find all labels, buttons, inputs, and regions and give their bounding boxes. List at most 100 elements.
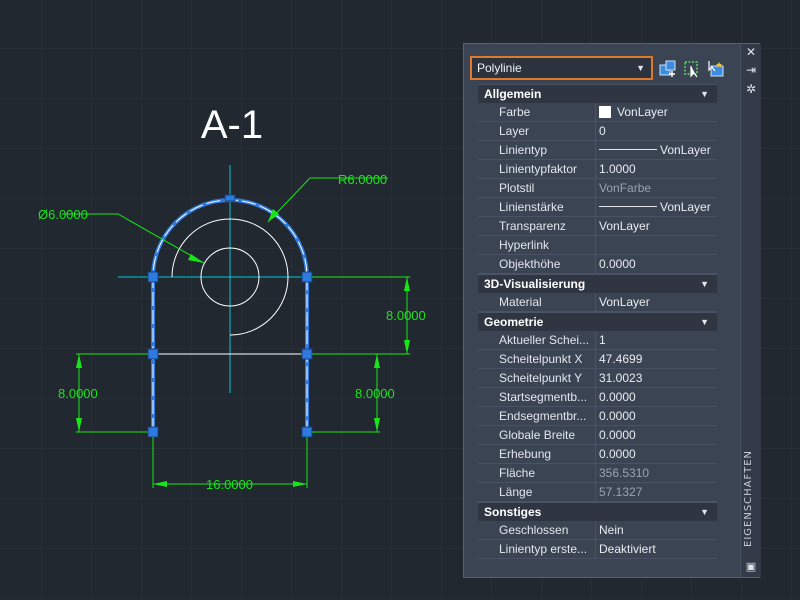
property-value-text: 57.1327 (599, 485, 643, 499)
property-value-text: Deaktiviert (599, 542, 656, 556)
property-value[interactable]: VonLayer (595, 198, 717, 216)
property-row[interactable]: Layer 0 (478, 122, 717, 141)
property-value: 356.5310 (595, 464, 717, 482)
property-row[interactable]: Endsegmentbr... 0.0000 (478, 407, 717, 426)
property-value-text: 0 (599, 124, 606, 138)
property-name: Globale Breite (499, 428, 576, 442)
property-value-text: 0.0000 (599, 257, 636, 271)
property-row[interactable]: Fläche 356.5310 (478, 464, 717, 483)
property-value[interactable]: 0.0000 (595, 445, 717, 463)
property-row[interactable]: Objekthöhe 0.0000 (478, 255, 717, 274)
settings-icon[interactable]: ✲ (744, 82, 758, 96)
section-header[interactable]: 3D-Visualisierung ▼ (478, 274, 717, 293)
property-row[interactable]: Transparenz VonLayer (478, 217, 717, 236)
property-value-text: VonLayer (660, 143, 711, 157)
property-value[interactable]: 1 (595, 331, 717, 349)
property-value-text: VonLayer (660, 200, 711, 214)
dim-left-label: 8.0000 (58, 386, 98, 401)
property-value[interactable]: Deaktiviert (595, 540, 717, 558)
property-row[interactable]: Plotstil VonFarbe (478, 179, 717, 198)
property-name: Objekthöhe (499, 257, 561, 271)
property-value[interactable]: VonLayer (595, 293, 717, 311)
property-name: Layer (499, 124, 530, 138)
property-value-text: Nein (599, 523, 624, 537)
property-name: Scheitelpunkt X (499, 352, 583, 366)
property-value[interactable]: VonLayer (595, 217, 717, 235)
property-row[interactable]: Erhebung 0.0000 (478, 445, 717, 464)
property-value-text: VonLayer (617, 105, 668, 119)
property-value[interactable]: 0.0000 (595, 426, 717, 444)
property-row[interactable]: Länge 57.1327 (478, 483, 717, 502)
property-value-text: VonLayer (599, 219, 650, 233)
collapse-icon[interactable]: ▼ (700, 503, 709, 522)
property-row[interactable]: Globale Breite 0.0000 (478, 426, 717, 445)
property-value-text: 1 (599, 333, 606, 347)
palette-side-strip: ✕ ⇥ ✲ EIGENSCHAFTEN ▣ (740, 44, 761, 577)
linetype-preview (599, 149, 657, 150)
toggle-pickadd-icon[interactable] (659, 60, 677, 78)
section-header[interactable]: Sonstiges ▼ (478, 502, 717, 521)
collapse-icon[interactable]: ▼ (700, 275, 709, 294)
dim-radius-label: R6.0000 (338, 172, 387, 187)
section-title: Allgemein (484, 87, 542, 101)
property-row[interactable]: Material VonLayer (478, 293, 717, 312)
collapse-icon[interactable]: ▼ (700, 85, 709, 104)
section-header[interactable]: Allgemein ▼ (478, 84, 717, 103)
property-row[interactable]: Hyperlink (478, 236, 717, 255)
property-value[interactable]: 47.4699 (595, 350, 717, 368)
property-value[interactable]: VonLayer (595, 103, 717, 121)
property-name: Farbe (499, 105, 531, 119)
property-value[interactable]: 1.0000 (595, 160, 717, 178)
drawing-title: A-1 (201, 103, 263, 147)
chevron-down-icon: ▼ (636, 63, 645, 73)
property-name: Scheitelpunkt Y (499, 371, 583, 385)
properties-palette[interactable]: Polylinie ▼ Allgemein ▼ Farbe VonLayer Layer… (463, 43, 761, 578)
dim-right-label: 8.0000 (355, 386, 395, 401)
property-row[interactable]: Scheitelpunkt Y 31.0023 (478, 369, 717, 388)
property-row[interactable]: Linientyp VonLayer (478, 141, 717, 160)
property-name: Geschlossen (499, 523, 569, 537)
palette-title: EIGENSCHAFTEN (743, 450, 754, 547)
property-value-text: 47.4699 (599, 352, 643, 366)
palette-menu-icon[interactable]: ▣ (744, 560, 758, 574)
property-row[interactable]: Geschlossen Nein (478, 521, 717, 540)
property-value[interactable]: 0.0000 (595, 388, 717, 406)
property-value[interactable]: 0.0000 (595, 407, 717, 425)
dim-diameter-label: Ø6.0000 (38, 207, 88, 222)
property-value-text: 0.0000 (599, 390, 636, 404)
section-header[interactable]: Geometrie ▼ (478, 312, 717, 331)
quick-select-icon[interactable] (707, 60, 725, 78)
property-value[interactable] (595, 236, 717, 254)
property-value[interactable]: Nein (595, 521, 717, 539)
auto-hide-icon[interactable]: ⇥ (744, 63, 758, 77)
property-value[interactable]: 0.0000 (595, 255, 717, 273)
property-row[interactable]: Linientypfaktor 1.0000 (478, 160, 717, 179)
property-value[interactable]: 0 (595, 122, 717, 140)
object-type-value: Polylinie (477, 61, 522, 75)
property-row[interactable]: Scheitelpunkt X 47.4699 (478, 350, 717, 369)
property-name: Fläche (499, 466, 536, 480)
property-value-text: 0.0000 (599, 447, 636, 461)
select-objects-icon[interactable] (683, 60, 701, 78)
close-icon[interactable]: ✕ (744, 45, 758, 59)
property-value-text: 0.0000 (599, 428, 636, 442)
property-row[interactable]: Linientyp erste... Deaktiviert (478, 540, 717, 559)
property-row[interactable]: Startsegmentb... 0.0000 (478, 388, 717, 407)
property-value: 57.1327 (595, 483, 717, 501)
property-value-text: 0.0000 (599, 409, 636, 423)
property-name: Endsegmentbr... (499, 409, 587, 423)
property-name: Transparenz (499, 219, 566, 233)
property-value[interactable]: VonLayer (595, 141, 717, 159)
dim-bottom-label: 16.0000 (206, 477, 253, 492)
property-row[interactable]: Aktueller Schei... 1 (478, 331, 717, 350)
property-name: Startsegmentb... (499, 390, 588, 404)
property-name: Linientyp erste... (499, 542, 588, 556)
property-value[interactable]: 31.0023 (595, 369, 717, 387)
property-row[interactable]: Linienstärke VonLayer (478, 198, 717, 217)
property-name: Erhebung (499, 447, 552, 461)
property-name: Plotstil (499, 181, 535, 195)
collapse-icon[interactable]: ▼ (700, 313, 709, 332)
property-value-text: 356.5310 (599, 466, 650, 480)
property-row[interactable]: Farbe VonLayer (478, 103, 717, 122)
object-type-select[interactable]: Polylinie ▼ (470, 56, 653, 80)
